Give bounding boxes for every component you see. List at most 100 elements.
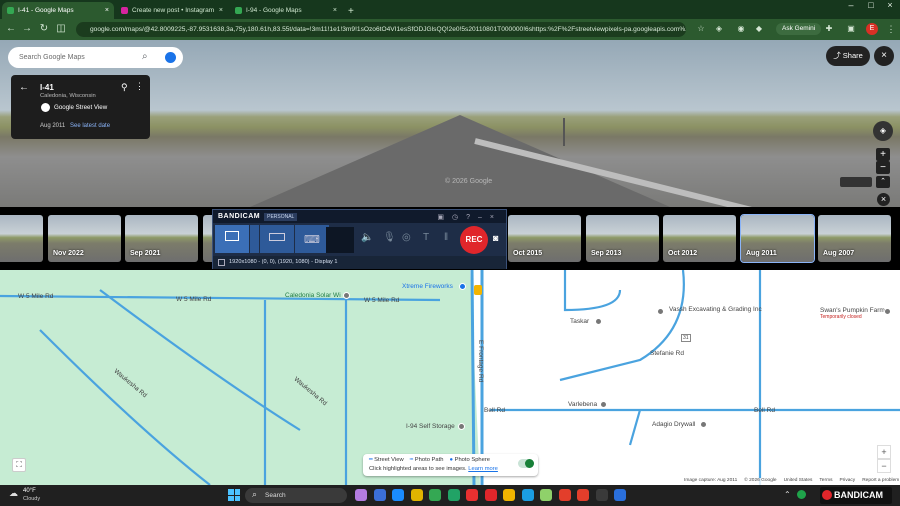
layer-thumbnails[interactable]: [840, 177, 872, 187]
label-i94-storage[interactable]: I-94 Self Storage: [406, 423, 455, 430]
tab-i94-maps[interactable]: I-94 - Google Maps ×: [230, 2, 342, 19]
location-pin-icon[interactable]: ⚲: [121, 82, 128, 93]
microphone-icon[interactable]: 🎙: [383, 232, 396, 243]
media-player-icon[interactable]: [595, 489, 608, 501]
profile-avatar[interactable]: E: [866, 23, 878, 35]
map-zoom-out-button[interactable]: −: [877, 459, 891, 473]
see-latest-date-link[interactable]: See latest date: [70, 123, 110, 129]
attribution-item[interactable]: Terms: [819, 478, 832, 485]
device-mode-button[interactable]: [260, 225, 294, 253]
timeline-thumbnail[interactable]: Oct 2012: [663, 215, 736, 262]
powerpoint-icon[interactable]: [410, 489, 423, 501]
reload-button[interactable]: ↻: [37, 22, 51, 36]
tray-app-icon[interactable]: [797, 490, 806, 499]
text-overlay-icon[interactable]: T: [423, 232, 429, 243]
more-options-icon[interactable]: ⋮: [135, 81, 144, 92]
app-icon[interactable]: [466, 489, 478, 501]
pegman-icon[interactable]: [474, 285, 482, 295]
back-button[interactable]: ←: [4, 22, 18, 36]
ask-gemini-button[interactable]: Ask Gemini: [776, 23, 822, 35]
weather-desc[interactable]: Cloudy: [23, 496, 40, 502]
place-pin-icon[interactable]: [884, 308, 891, 315]
url-field[interactable]: google.com/maps/@42.8009225,-87.9531638,…: [76, 22, 686, 37]
sidebar-icon[interactable]: ◫: [54, 22, 68, 36]
directions-icon[interactable]: [165, 52, 176, 63]
learn-more-link[interactable]: Learn more: [468, 466, 498, 472]
game-mode-button[interactable]: ⌨: [295, 225, 329, 253]
bookmark-star-icon[interactable]: ☆: [694, 22, 708, 36]
label-xtreme-fireworks[interactable]: Xtreme Fireworks: [402, 283, 453, 290]
close-window-button[interactable]: ×: [881, 0, 899, 10]
minimize-button[interactable]: –: [842, 0, 860, 10]
tab-i41-maps[interactable]: I-41 - Google Maps ×: [2, 2, 114, 19]
pause-icon[interactable]: ‖: [444, 232, 448, 243]
label-caledonia-solar[interactable]: Caledonia Solar Wi: [285, 292, 341, 299]
screen-mode-button[interactable]: [215, 225, 249, 253]
tray-chevron-icon[interactable]: ⌃: [784, 490, 791, 499]
timeline-thumbnail[interactable]: Aug 2011: [740, 214, 815, 263]
label-swans[interactable]: Swan's Pumpkin Farm: [820, 307, 885, 314]
tab-instagram[interactable]: Create new post • Instagram ×: [116, 2, 228, 19]
extension-icon[interactable]: ◆: [752, 22, 766, 36]
chrome-profile-icon[interactable]: [577, 489, 589, 501]
close-tab-icon[interactable]: ×: [219, 7, 223, 14]
timeline-thumbnail[interactable]: Oct 2015: [508, 215, 581, 262]
new-tab-button[interactable]: +: [342, 6, 360, 19]
street-view-toggle[interactable]: [518, 459, 534, 468]
expand-timeline-icon[interactable]: ⌃: [876, 176, 890, 188]
file-explorer-icon[interactable]: [373, 489, 386, 501]
label-adagio-drywall[interactable]: Adagio Drywall: [652, 421, 695, 428]
map-canvas[interactable]: W 5 Mile Rd W 5 Mile Rd W 5 Mile Rd Cale…: [0, 270, 900, 485]
extension-icon[interactable]: ◈: [712, 22, 726, 36]
attribution-item[interactable]: Report a problem: [862, 478, 899, 485]
speaker-icon[interactable]: 🔈: [361, 232, 373, 243]
extension-icon[interactable]: ◉: [734, 22, 748, 36]
mode-dropdown[interactable]: [250, 225, 259, 253]
bandicam-window-controls[interactable]: ▣◷?–×: [437, 213, 506, 221]
webcam-button[interactable]: [326, 227, 354, 253]
excel-icon[interactable]: [447, 489, 460, 501]
search-icon[interactable]: ⌕: [142, 51, 148, 62]
place-pin-icon[interactable]: [700, 421, 707, 428]
place-pin-icon[interactable]: [657, 308, 664, 315]
menu-kebab-icon[interactable]: ⋮: [884, 22, 898, 36]
folder-icon[interactable]: [503, 489, 515, 501]
edge-icon[interactable]: [521, 489, 534, 501]
attribution-item[interactable]: Privacy: [839, 478, 855, 485]
zoom-out-button[interactable]: −: [876, 161, 890, 174]
timeline-thumbnail[interactable]: 3: [0, 215, 43, 262]
copilot-icon[interactable]: [355, 489, 367, 501]
timeline-thumbnail[interactable]: Nov 2022: [48, 215, 121, 262]
place-pin-icon[interactable]: [458, 423, 465, 430]
close-street-view-button[interactable]: ×: [874, 46, 894, 66]
close-tab-icon[interactable]: ×: [105, 7, 109, 14]
chrome-profile-icon[interactable]: [540, 489, 552, 501]
map-zoom-in-button[interactable]: +: [877, 445, 891, 459]
taskbar-search-input[interactable]: Search: [245, 488, 347, 503]
compass-icon[interactable]: ◈: [873, 121, 893, 141]
extensions-puzzle-icon[interactable]: ✚: [822, 22, 836, 36]
timeline-thumbnail[interactable]: Sep 2013: [586, 215, 659, 262]
place-pin-icon[interactable]: [600, 401, 607, 408]
record-button[interactable]: REC: [460, 226, 488, 254]
fullscreen-icon[interactable]: ⛶: [12, 458, 26, 472]
cursor-effect-icon[interactable]: ◎: [402, 232, 411, 243]
search-input[interactable]: Search Google Maps: [8, 47, 183, 68]
back-arrow-icon[interactable]: ←: [19, 82, 29, 93]
timeline-thumbnail[interactable]: Sep 2021: [125, 215, 198, 262]
maximize-button[interactable]: □: [862, 0, 880, 10]
place-pin-icon[interactable]: [595, 318, 602, 325]
windows-start-icon[interactable]: [228, 489, 240, 501]
capture-checkbox[interactable]: [218, 259, 225, 266]
screenshot-camera-icon[interactable]: ◙: [493, 233, 498, 243]
close-tab-icon[interactable]: ×: [333, 7, 337, 14]
shopping-pin-icon[interactable]: [459, 283, 466, 290]
chrome-icon[interactable]: [429, 489, 441, 501]
label-vassh[interactable]: Vassh Excavating & Grading Inc: [669, 306, 762, 313]
bandicam-app-icon[interactable]: [484, 489, 497, 501]
zoom-in-button[interactable]: +: [876, 148, 890, 161]
label-taskar[interactable]: Taskar: [570, 318, 589, 325]
label-varlebena[interactable]: Varlebena: [568, 401, 597, 408]
chrome-profile-icon[interactable]: [558, 489, 571, 501]
forward-button[interactable]: →: [20, 22, 34, 36]
